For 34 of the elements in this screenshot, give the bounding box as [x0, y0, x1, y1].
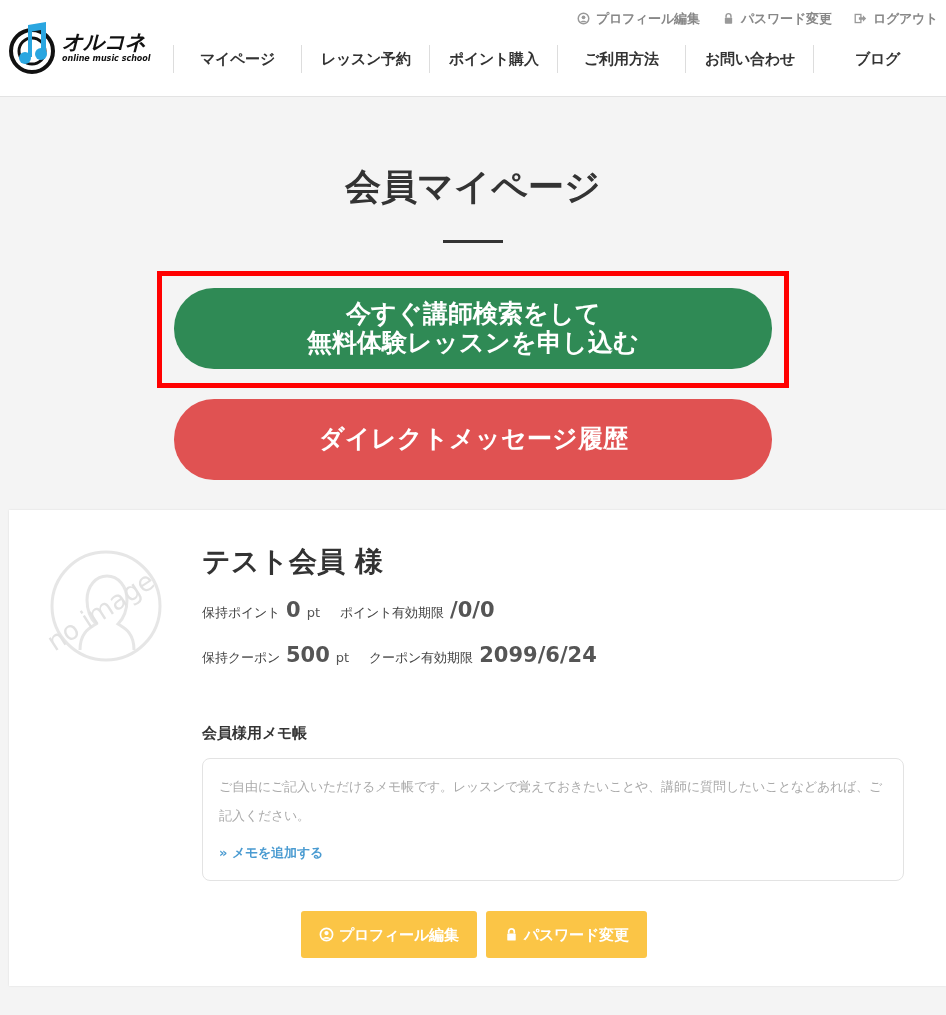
action-button[interactable]: ダイレクトメッセージ履歴	[174, 399, 772, 480]
header-link[interactable]: パスワード変更	[722, 9, 832, 29]
nav-link[interactable]: ご利用方法	[557, 44, 685, 73]
person-circle-icon	[319, 927, 334, 943]
stat-unit: pt	[335, 649, 350, 668]
add-memo-link[interactable]: » メモを追加する	[219, 845, 323, 861]
stat-value: 500	[286, 642, 330, 670]
stat-value: 2099/6/24	[479, 642, 597, 670]
nav-link[interactable]: レッスン予約	[301, 44, 429, 73]
lock-icon	[722, 12, 735, 26]
stat-unit: pt	[306, 603, 320, 622]
nav-link[interactable]: マイページ	[173, 44, 301, 73]
header-link[interactable]: プロフィール編集	[577, 9, 700, 29]
nav-link[interactable]: ポイント購入	[429, 44, 557, 73]
stat-label: クーポン有効期限	[369, 649, 474, 668]
action-button[interactable]: 今すぐ講師検索をして 無料体験レッスンを申し込む	[174, 288, 772, 369]
stat-label: ポイント有効期限	[340, 603, 444, 622]
stat-label: 保持ポイント	[202, 603, 280, 622]
header-link[interactable]: ログアウト	[854, 9, 938, 29]
memo-title: 会員様用メモ帳	[202, 722, 308, 744]
person-circle-icon	[577, 12, 590, 26]
nav-link[interactable]: ブログ	[813, 44, 941, 73]
stat-label: 保持クーポン	[202, 649, 280, 668]
logout-icon	[854, 12, 867, 26]
logo-tagline: online music school	[62, 53, 151, 65]
stat-value: 0	[286, 596, 301, 624]
lock-icon	[504, 927, 519, 943]
member-name: テスト会員 様	[202, 545, 384, 579]
page-title: 会員マイページ	[344, 169, 602, 205]
logo-icon	[8, 21, 58, 75]
nav-link[interactable]: お問い合わせ	[685, 44, 813, 73]
logo-text: オルコネ	[62, 31, 147, 53]
stat-value: /0/0	[450, 596, 495, 624]
memo-text: ご自由にご記入いただけるメモ帳です。レッスンで覚えておきたいことや、講師に質問したいことなどあれば、ご記入ください。	[219, 778, 883, 825]
